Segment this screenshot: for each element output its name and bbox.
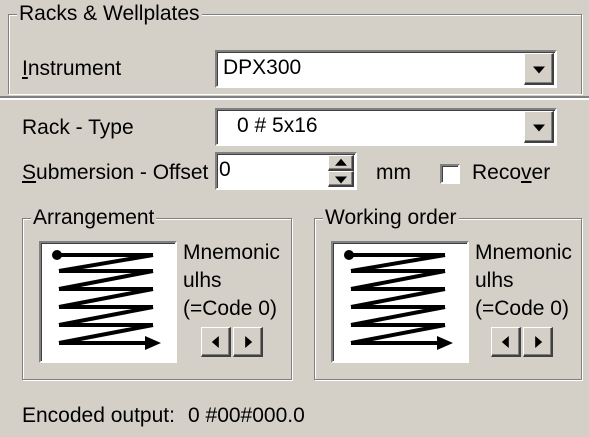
- arrangement-prev-button[interactable]: [201, 327, 231, 357]
- chevron-down-icon: [532, 66, 545, 74]
- submersion-unit: mm: [376, 161, 411, 184]
- recover-label[interactable]: Recover: [472, 161, 550, 185]
- arrow-right-icon: [534, 335, 542, 348]
- arrangement-diagram: [39, 241, 177, 363]
- instrument-label-rest: nstrument: [27, 57, 122, 80]
- encoded-output-value: 0 #00#000.0: [188, 404, 305, 427]
- submersion-offset-input[interactable]: 0: [215, 152, 357, 190]
- zigzag-path-icon: [344, 250, 453, 350]
- arrangement-title: Arrangement: [31, 206, 157, 230]
- submersion-offset-label-rest: ubmersion - Offset: [36, 161, 209, 184]
- instrument-label: Instrument: [22, 57, 122, 80]
- working-order-diagram: [331, 241, 469, 363]
- arrow-left-icon: [501, 335, 509, 348]
- chevron-down-icon: [532, 124, 545, 132]
- zigzag-path-icon: [52, 250, 161, 350]
- arrow-right-icon: [244, 335, 252, 348]
- instrument-dropdown-button[interactable]: [524, 53, 554, 85]
- spin-down-button[interactable]: [328, 171, 354, 187]
- rack-type-dropdown-button[interactable]: [524, 111, 554, 143]
- rack-type-label: Rack - Type: [22, 116, 134, 139]
- instrument-combobox[interactable]: DPX300: [215, 50, 557, 88]
- section-separator: [0, 96, 589, 100]
- working-order-mnemonic: Mnemonic: [475, 241, 572, 264]
- working-order-code: ulhs: [475, 269, 514, 292]
- submersion-offset-value: 0: [219, 158, 231, 181]
- racks-wellplates-title: Racks & Wellplates: [17, 2, 202, 26]
- working-order-code-desc: (=Code 0): [475, 297, 569, 320]
- spin-up-button[interactable]: [328, 155, 354, 171]
- arrow-down-icon: [334, 176, 347, 184]
- working-order-next-button[interactable]: [523, 327, 553, 357]
- arrangement-group: Arrangement Mnemonic ulhs (=Code 0): [22, 206, 292, 380]
- arrow-up-icon: [334, 158, 347, 166]
- arrow-left-icon: [211, 335, 219, 348]
- arrangement-code: ulhs: [183, 269, 222, 292]
- working-order-title: Working order: [323, 206, 459, 230]
- rack-type-value: 0 # 5x16: [237, 114, 318, 137]
- working-order-group: Working order Mnemonic ulhs (=Code 0): [314, 206, 582, 380]
- rack-type-combobox[interactable]: 0 # 5x16: [215, 108, 557, 146]
- arrangement-code-desc: (=Code 0): [183, 297, 277, 320]
- submersion-offset-label: Submersion - Offset: [22, 161, 209, 184]
- instrument-value: DPX300: [223, 56, 302, 79]
- recover-checkbox[interactable]: [440, 164, 460, 184]
- working-order-prev-button[interactable]: [491, 327, 521, 357]
- arrangement-mnemonic: Mnemonic: [183, 241, 280, 264]
- arrangement-next-button[interactable]: [233, 327, 263, 357]
- encoded-output-label: Encoded output:: [22, 404, 175, 427]
